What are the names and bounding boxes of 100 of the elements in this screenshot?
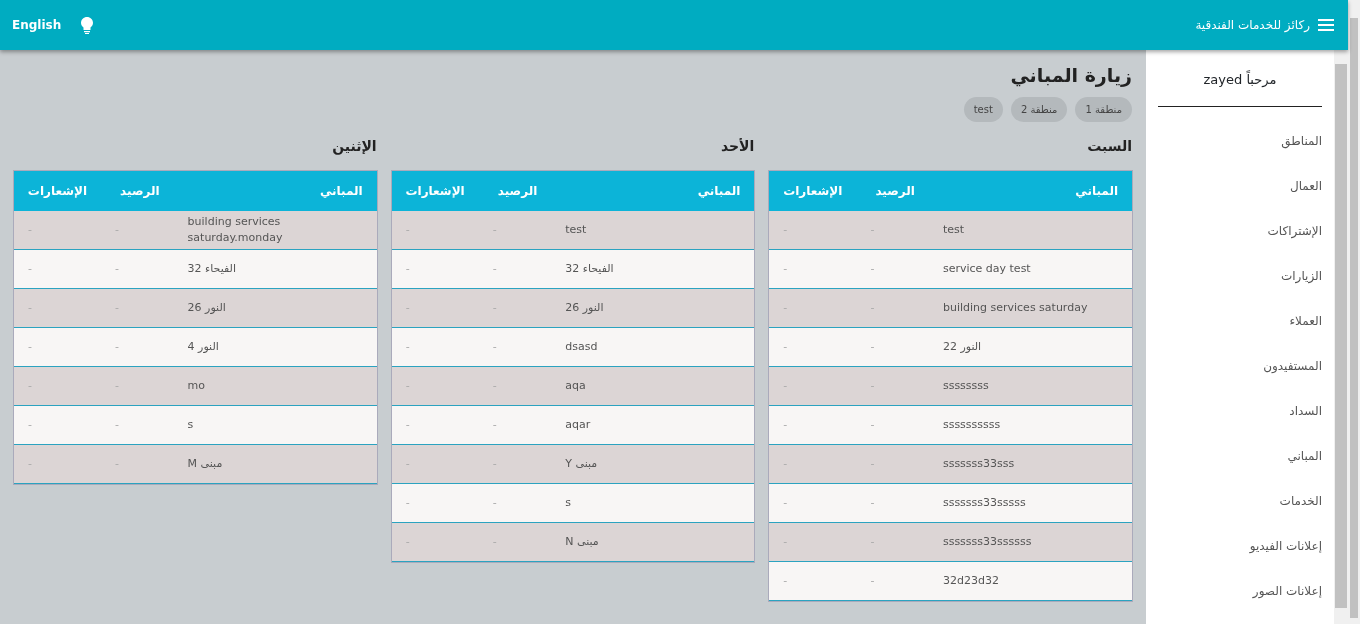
sidebar-item[interactable]: العملاء (1158, 298, 1322, 344)
table-cell: - (391, 210, 479, 250)
sidebar-item[interactable]: المستفيدون (1158, 343, 1322, 389)
table-cell: مبنى M (173, 444, 377, 484)
table-cell: - (478, 288, 552, 328)
table-cell: - (856, 522, 929, 562)
table-cell: - (769, 327, 857, 367)
table-cell: ssssssss (928, 366, 1132, 406)
table-cell: - (478, 366, 552, 406)
column-header: المباني (173, 170, 377, 211)
sidebar-item[interactable]: الخدمات (1158, 478, 1322, 524)
table-cell: النور 22 (928, 327, 1132, 367)
filter-chip[interactable]: منطقة 2 (1010, 96, 1068, 122)
sidebar-item[interactable]: إعلانات الفيديو (1158, 523, 1322, 569)
table-cell: - (391, 249, 479, 289)
table-cell: الفيحاء 32 (551, 249, 755, 289)
table-cell: - (856, 405, 929, 445)
table-cell: - (391, 405, 479, 445)
column-header: الإشعارات (14, 170, 102, 211)
table-cell: - (856, 561, 929, 601)
table-cell: - (478, 210, 552, 250)
day-title: الأحد (719, 136, 755, 156)
table-cell: - (101, 327, 174, 367)
day-title: الإثنين (331, 136, 377, 157)
app-title: ركائز للخدمات الفندقية (1195, 17, 1310, 34)
welcome-text: مرحباً zayed (1158, 70, 1322, 107)
table-cell: - (856, 327, 929, 367)
scrollbar[interactable] (1334, 50, 1348, 624)
sidebar-item[interactable]: الزيارات (1158, 253, 1322, 299)
table-cell: - (391, 288, 479, 328)
table-cell: - (769, 366, 857, 406)
column-header: الرصيد (101, 170, 174, 211)
filter-chip[interactable]: منطقة 1 (1075, 96, 1132, 122)
table-cell: - (391, 522, 479, 562)
sidebar-item[interactable]: المناطق (1158, 118, 1322, 164)
column-header: الإشعارات (769, 170, 857, 211)
lightbulb-icon[interactable] (81, 16, 94, 34)
table-cell: - (101, 288, 174, 328)
table-cell: - (101, 249, 174, 289)
table-cell: - (391, 366, 479, 406)
page-title: زيارة المباني (1009, 64, 1132, 87)
sidebar-item[interactable]: المباني (1158, 433, 1322, 479)
sidebar-item[interactable]: السداد (1158, 388, 1322, 434)
table-cell: dsasd (551, 327, 755, 367)
table-cell: s (173, 405, 377, 445)
table-cell: النور 26 (551, 288, 755, 328)
table-cell: - (769, 288, 857, 328)
table-cell: - (769, 522, 857, 562)
table-cell: - (101, 405, 174, 445)
table-cell: مبنى N (551, 522, 755, 562)
table-cell: - (14, 210, 102, 250)
table-cell: - (769, 483, 857, 523)
table-cell: 32d23d32 (928, 561, 1132, 601)
table-cell: - (478, 522, 552, 562)
column-header: المباني (928, 170, 1132, 211)
table-cell: - (769, 210, 857, 250)
table-cell: - (14, 405, 102, 445)
column-header: الرصيد (478, 170, 552, 211)
table-cell: aqar (551, 405, 755, 445)
table-cell: - (769, 444, 857, 484)
table-cell: mo (173, 366, 377, 406)
table-cell: - (856, 249, 929, 289)
table-cell: - (478, 405, 552, 445)
table-cell: - (391, 327, 479, 367)
table-cell: - (856, 288, 929, 328)
table-cell: الفيحاء 32 (173, 249, 377, 289)
scrollbar[interactable] (1348, 0, 1360, 624)
table-cell: - (856, 483, 929, 523)
filter-chip[interactable]: test (963, 96, 1003, 122)
table-cell: - (769, 561, 857, 601)
table-cell: test (928, 210, 1132, 250)
table-cell: - (856, 210, 929, 250)
table-cell: - (101, 366, 174, 406)
table-cell: sssssss33sss (928, 444, 1132, 484)
table-cell: sssssss33ssssss (928, 522, 1132, 562)
table-cell: - (769, 249, 857, 289)
table-cell: building services saturday.monday (173, 210, 377, 250)
table-cell: test (551, 210, 755, 250)
table-cell: - (14, 288, 102, 328)
table-cell: service day test (928, 249, 1132, 289)
table-cell: - (769, 405, 857, 445)
column-header: الرصيد (856, 170, 929, 211)
table-cell: - (391, 483, 479, 523)
table-cell: - (478, 444, 552, 484)
sidebar-item[interactable]: إعلانات الصور (1158, 568, 1322, 614)
table-cell: s (551, 483, 755, 523)
table-cell: النور 26 (173, 288, 377, 328)
table-cell: - (14, 249, 102, 289)
table-cell: - (14, 327, 102, 367)
table-cell: - (856, 366, 929, 406)
column-header: الإشعارات (391, 170, 479, 211)
column-header: المباني (551, 170, 755, 211)
sidebar-item[interactable]: الإشتراكات (1158, 208, 1322, 254)
day-title: السبت (1086, 136, 1132, 156)
menu-icon[interactable] (1318, 19, 1334, 31)
sidebar-item[interactable]: العمال (1158, 163, 1322, 209)
table-cell: مبنى Y (551, 444, 755, 484)
table-cell: - (478, 327, 552, 367)
table-cell: ssssssssss (928, 405, 1132, 445)
table-cell: - (478, 249, 552, 289)
